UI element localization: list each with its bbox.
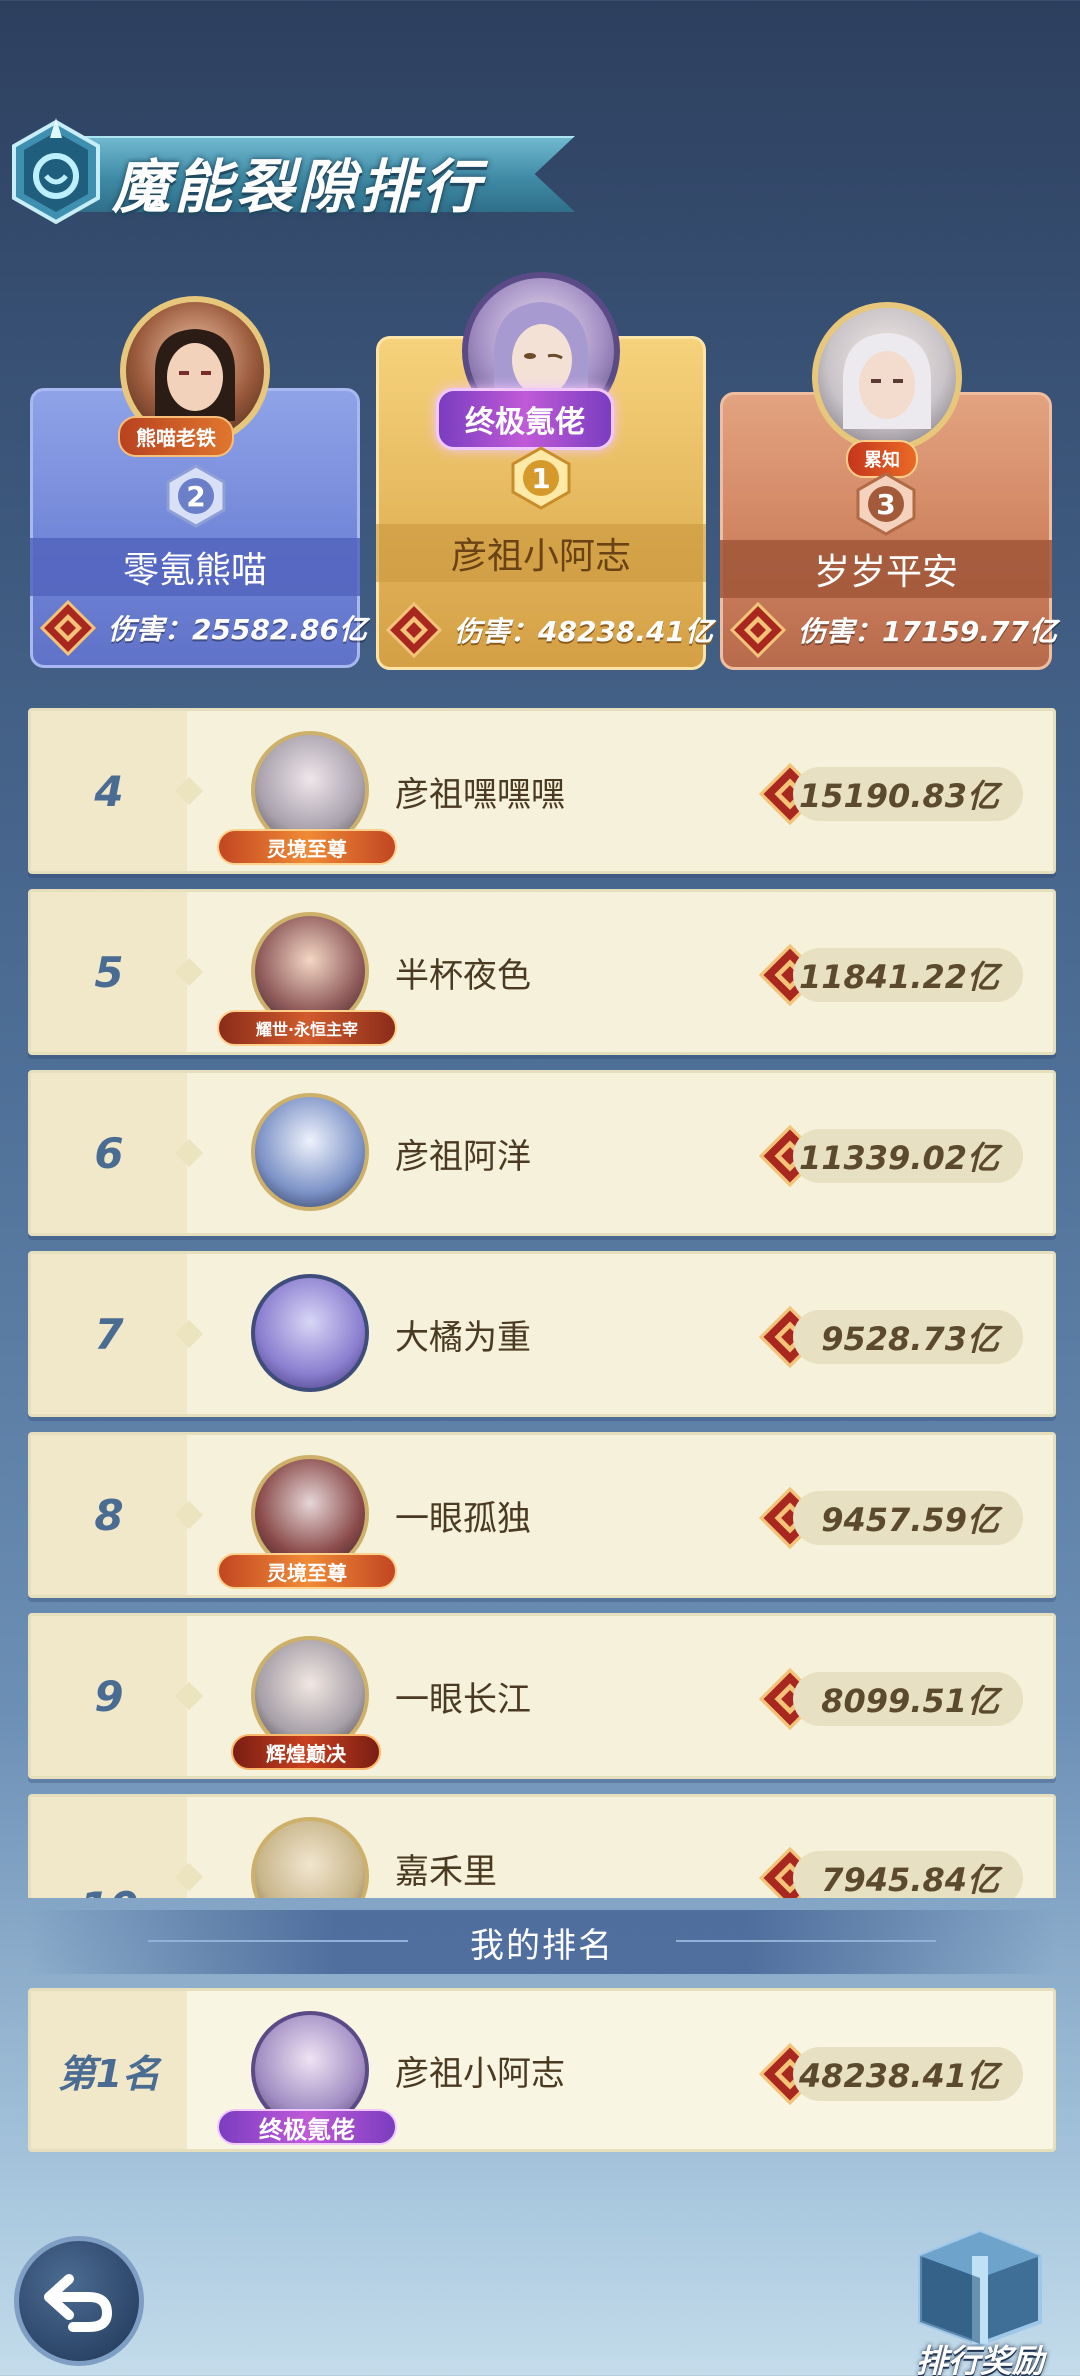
rank-number: 5 [94, 947, 124, 997]
my-rank-label: 第1名 [57, 2051, 161, 2096]
title-badge: 终极氪佬 [217, 2109, 397, 2145]
player-name: 彦祖小阿志 [376, 524, 706, 582]
player-name: 嘉禾里 [395, 1852, 497, 1892]
rank-number: 8 [94, 1490, 124, 1540]
title-banner: 魔能裂隙排行 [0, 118, 580, 226]
back-button[interactable] [14, 2236, 144, 2366]
title-badge: 辉煌巅决 [231, 1734, 381, 1770]
player-name: 彦祖阿洋 [395, 1136, 531, 1177]
rank-medal-1-icon: 1 [511, 446, 571, 510]
back-arrow-icon [44, 2274, 113, 2332]
character-portrait-icon [155, 329, 235, 421]
character-portrait-icon [843, 333, 931, 429]
rank-number-cell: 4 [31, 711, 187, 871]
rank-row[interactable]: 4 灵境至尊 彦祖嘿嘿嘿 15190.83亿 [28, 708, 1056, 874]
player-name: 岁岁平安 [720, 540, 1052, 598]
player-name: 彦祖嘿嘿嘿 [395, 774, 565, 815]
rank-row[interactable]: 6 彦祖阿洋 11339.02亿 [28, 1070, 1056, 1236]
rank-number-cell: 5 [31, 892, 187, 1052]
rank-number-cell: 第1名 [31, 1991, 187, 2149]
page-title: 魔能裂隙排行 [112, 153, 485, 221]
crystal-emblem-icon [12, 118, 100, 225]
damage-value: 伤害：25582.86亿 [108, 613, 368, 646]
rank-list[interactable]: 4 灵境至尊 彦祖嘿嘿嘿 15190.83亿 5 耀世·永恒主宰 半杯夜色 11… [28, 708, 1056, 1898]
avatar[interactable] [251, 1817, 369, 1898]
divider [676, 1940, 936, 1942]
rank-row[interactable]: 9 辉煌巅决 一眼长江 8099.51亿 [28, 1613, 1056, 1779]
rank-number-cell: 10 [31, 1797, 187, 1898]
damage-score: 9457.59亿 [793, 1491, 1023, 1545]
damage-gem-icon [730, 602, 786, 658]
damage-score: 15190.83亿 [793, 767, 1023, 821]
player-name: 零氪熊喵 [30, 538, 360, 596]
player-name: 一眼孤独 [395, 1498, 531, 1539]
title-badge: 灵境至尊 [217, 1553, 397, 1589]
rank-reward-label: 排行奖励 [915, 2342, 1044, 2376]
damage-value: 伤害：48238.41亿 [454, 615, 714, 648]
title-tag: 终极氪佬 [436, 388, 614, 450]
avatar[interactable] [812, 302, 962, 452]
title-badge: 耀世·永恒主宰 [217, 1010, 397, 1046]
rank-number-cell: 6 [31, 1073, 187, 1233]
podium-card-rank-1[interactable]: 终极氪佬 1 彦祖小阿志 伤害：48238.41亿 [376, 272, 713, 670]
rank-row[interactable]: 8 灵境至尊 一眼孤独 9457.59亿 [28, 1432, 1056, 1598]
damage-row: 伤害：25582.86亿 [40, 598, 367, 658]
damage-gem-icon [40, 600, 96, 656]
rank-number-cell: 8 [31, 1435, 187, 1595]
podium-card-rank-2[interactable]: 熊喵老铁 2 零氪熊喵 伤害：25582.86亿 [30, 296, 367, 668]
rank-medal-3-icon: 3 [856, 472, 916, 536]
podium-card-rank-3[interactable]: 累知 3 岁岁平安 伤害：17159.77亿 [720, 302, 1057, 670]
rank-number: 7 [94, 1309, 124, 1359]
avatar[interactable] [251, 1274, 369, 1392]
gift-box-icon [918, 2229, 1042, 2346]
player-name: 大橘为重 [395, 1317, 531, 1358]
rank-number-cell: 9 [31, 1616, 187, 1776]
damage-score: 8099.51亿 [793, 1672, 1023, 1726]
damage-row: 伤害：17159.77亿 [730, 600, 1057, 660]
rank-medal-number: 3 [876, 488, 895, 521]
title-badge: 灵境至尊 [217, 829, 397, 865]
damage-score: 9528.73亿 [793, 1310, 1023, 1364]
damage-score: 11339.02亿 [793, 1129, 1023, 1183]
avatar[interactable] [251, 1093, 369, 1211]
rank-medal-2-icon: 2 [166, 464, 226, 528]
rank-number: 9 [94, 1671, 124, 1721]
title-tag: 熊喵老铁 [118, 416, 234, 457]
rank-row[interactable]: 5 耀世·永恒主宰 半杯夜色 11841.22亿 [28, 889, 1056, 1055]
rank-number: 10 [80, 1883, 138, 1899]
my-rank-row[interactable]: 第1名 终极氪佬 彦祖小阿志 48238.41亿 [28, 1988, 1056, 2152]
player-name: 一眼长江 [395, 1679, 531, 1720]
rank-reward-button[interactable]: 排行奖励 [900, 2226, 1060, 2376]
damage-value: 伤害：17159.77亿 [798, 615, 1058, 648]
rank-number: 6 [94, 1128, 124, 1178]
damage-score: 7945.84亿 [793, 1851, 1023, 1898]
rank-medal-number: 2 [186, 480, 205, 513]
rank-row[interactable]: 7 大橘为重 9528.73亿 [28, 1251, 1056, 1417]
player-name: 彦祖小阿志 [395, 2053, 565, 2094]
damage-row: 伤害：48238.41亿 [386, 600, 713, 660]
my-rank-title: 我的排名 [470, 1925, 614, 1966]
damage-score: 11841.22亿 [793, 948, 1023, 1002]
damage-gem-icon [386, 602, 442, 658]
rank-row[interactable]: 10 嘉禾里 7945.84亿 [28, 1794, 1056, 1898]
player-name: 半杯夜色 [395, 955, 531, 996]
rank-number-cell: 7 [31, 1254, 187, 1414]
my-rank-header: 我的排名 [28, 1910, 1056, 1974]
rank-number: 4 [94, 766, 124, 816]
rank-medal-number: 1 [531, 462, 550, 495]
divider [148, 1940, 408, 1942]
damage-score: 48238.41亿 [793, 2047, 1023, 2101]
